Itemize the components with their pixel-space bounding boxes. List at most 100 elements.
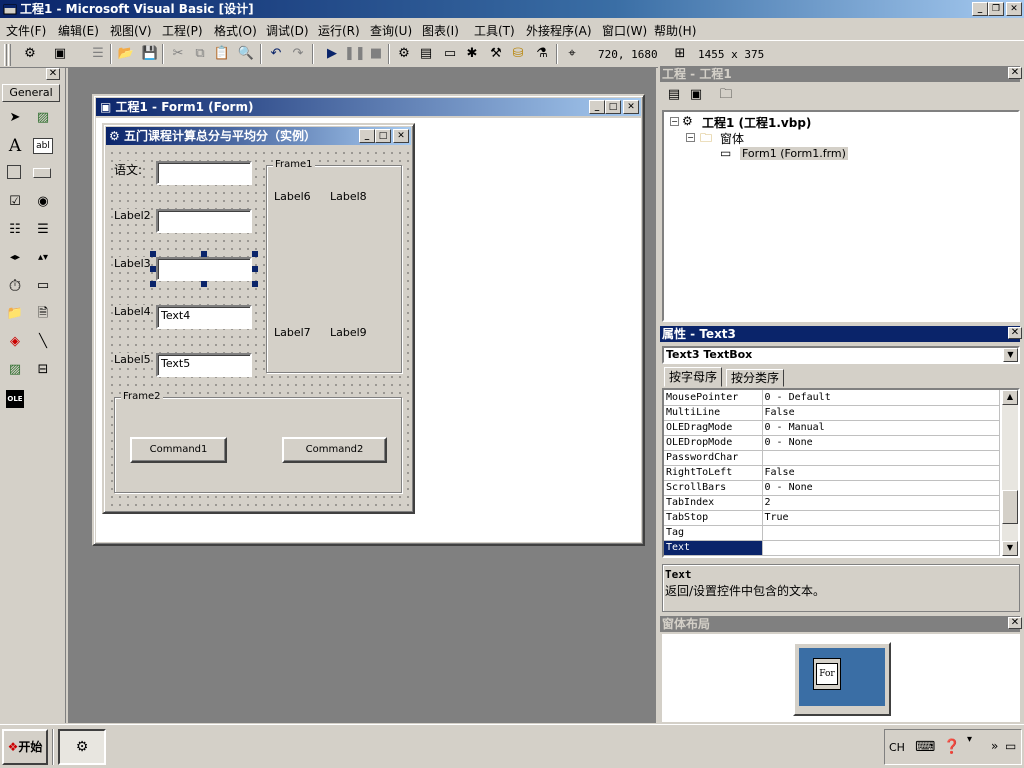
property-value[interactable]: 0 - Manual [762,420,1000,436]
property-name[interactable]: Tag [664,525,763,541]
scroll-up-icon[interactable]: ▲ [1002,390,1018,405]
text3[interactable] [156,257,252,281]
project-explorer-icon[interactable]: ⚙ [394,44,414,64]
tree-project-root[interactable]: 工程1 (工程1.vbp) [702,114,811,131]
selection-handle[interactable] [252,266,258,272]
tab-categorized[interactable]: 按分类序 [726,369,785,387]
property-value[interactable]: 0 - Default [762,390,1000,406]
menu-query[interactable]: 查询(U) [370,22,412,39]
command2-button[interactable]: Command2 [282,437,387,463]
property-name[interactable]: TabStop [664,510,763,526]
property-name[interactable]: PasswordChar [664,450,763,466]
toolbar-grip[interactable] [4,44,7,66]
label-tool-icon[interactable]: A [4,135,26,157]
label1[interactable]: 语文: [114,161,143,178]
object-browser-icon[interactable]: ✱ [462,44,482,64]
command1-button[interactable]: Command1 [130,437,227,463]
end-icon[interactable]: ■ [366,44,386,64]
restore-button[interactable]: ❐ [988,2,1004,16]
property-scrollbar[interactable]: ▲ ▼ [1002,390,1018,556]
copy-icon[interactable]: ⧉ [190,44,210,64]
property-row[interactable]: Tag [664,525,1000,541]
keyboard-icon[interactable]: ⌨ [915,739,935,755]
menu-tools[interactable]: 工具(T) [474,22,515,39]
designer-minimize-button[interactable]: _ [589,100,605,114]
text5[interactable]: Text5 [156,353,252,377]
vscrollbar-tool-icon[interactable]: ▴▾ [32,247,54,269]
label9[interactable]: Label9 [330,326,367,339]
frame2[interactable]: Frame2 Command1 Command2 [114,391,402,493]
listbox-tool-icon[interactable]: ☰ [32,219,54,241]
menu-file[interactable]: 文件(F) [6,22,46,39]
add-project-icon[interactable]: ⚙ [20,44,40,64]
menu-view[interactable]: 视图(V) [110,22,152,39]
menu-edit[interactable]: 编辑(E) [58,22,99,39]
tree-collapse-icon[interactable]: − [670,117,679,126]
menu-project[interactable]: 工程(P) [162,22,203,39]
image-tool-icon[interactable]: ▨ [4,359,26,381]
scroll-down-icon[interactable]: ▼ [1002,541,1018,556]
timer-tool-icon[interactable]: ⏱ [4,275,26,297]
property-row[interactable]: ScrollBars 0 - None [664,480,1000,496]
redo-icon[interactable]: ↷ [288,44,308,64]
toolbox-icon[interactable]: ⚒ [486,44,506,64]
label2[interactable]: Label2 [114,209,150,222]
break-icon[interactable]: ❚❚ [344,44,366,64]
layout-close-icon[interactable]: ✕ [1008,617,1022,629]
property-value[interactable]: 0 - None [762,480,1000,496]
toolbox-close-icon[interactable]: ✕ [46,68,60,80]
menu-window[interactable]: 窗口(W) [602,22,647,39]
property-name[interactable]: Text [664,540,763,556]
dirlistbox-tool-icon[interactable]: 📁 [4,303,26,325]
properties-close-icon[interactable]: ✕ [1008,327,1022,339]
property-name[interactable]: MousePointer [664,390,763,406]
property-name[interactable]: ScrollBars [664,480,763,496]
toggle-folders-icon[interactable]: 🗀 [716,85,736,105]
property-name[interactable]: OLEDropMode [664,435,763,451]
minimize-button[interactable]: _ [972,2,988,16]
selection-handle[interactable] [201,251,207,257]
property-value[interactable] [762,450,1000,466]
property-name[interactable]: MultiLine [664,405,763,421]
property-value[interactable]: False [762,465,1000,481]
selection-handle[interactable] [150,281,156,287]
form-layout-icon[interactable]: ▭ [440,44,460,64]
pointer-tool-icon[interactable]: ➤ [4,107,26,129]
selection-handle[interactable] [252,251,258,257]
textbox-tool-icon[interactable]: abl [33,138,53,154]
property-row[interactable]: MultiLine False [664,405,1000,421]
property-value[interactable]: 2 [762,495,1000,511]
data-tool-icon[interactable]: ⊟ [32,359,54,381]
ole-tool-icon[interactable]: OLE [6,390,24,408]
help-icon[interactable]: ❓ [943,739,960,755]
label5[interactable]: Label5 [114,353,150,366]
paste-icon[interactable]: 📋 [212,44,232,64]
designer-maximize-button[interactable]: □ [605,100,621,114]
scroll-thumb[interactable] [1002,490,1018,524]
filelistbox-tool-icon[interactable]: 🗎 [32,303,54,325]
property-row[interactable]: MousePointer 0 - Default [664,390,1000,406]
tree-forms-folder[interactable]: 窗体 [720,130,744,147]
menu-format[interactable]: 格式(O) [214,22,257,39]
expand-tray-icon[interactable]: » [991,739,998,753]
layout-form-preview[interactable]: For [813,658,841,690]
menu-editor-icon[interactable]: ☰ [88,44,108,64]
selection-handle[interactable] [150,266,156,272]
taskbar-vb-app[interactable]: ⚙ [58,729,106,765]
start-icon[interactable]: ▶ [322,44,342,64]
checkbox-tool-icon[interactable]: ☑ [4,191,26,213]
property-row[interactable]: Text [664,540,1000,556]
save-project-icon[interactable]: 💾 [140,44,160,64]
design-form[interactable]: ⚙ 五门课程计算总分与平均分（实例） _ □ ✕ 语文: Label2 Labe… [102,123,415,514]
menu-diagram[interactable]: 图表(I) [422,22,459,39]
start-button[interactable]: ❖开始 [2,729,48,765]
label3[interactable]: Label3 [114,257,150,270]
hscrollbar-tool-icon[interactable]: ◂▸ [4,247,26,269]
optionbutton-tool-icon[interactable]: ◉ [32,191,54,213]
label7[interactable]: Label7 [274,326,311,339]
label6[interactable]: Label6 [274,190,311,203]
add-form-icon[interactable]: ▣ [50,44,70,64]
properties-window-icon[interactable]: ▤ [416,44,436,64]
property-row[interactable]: TabIndex 2 [664,495,1000,511]
property-row[interactable]: PasswordChar [664,450,1000,466]
